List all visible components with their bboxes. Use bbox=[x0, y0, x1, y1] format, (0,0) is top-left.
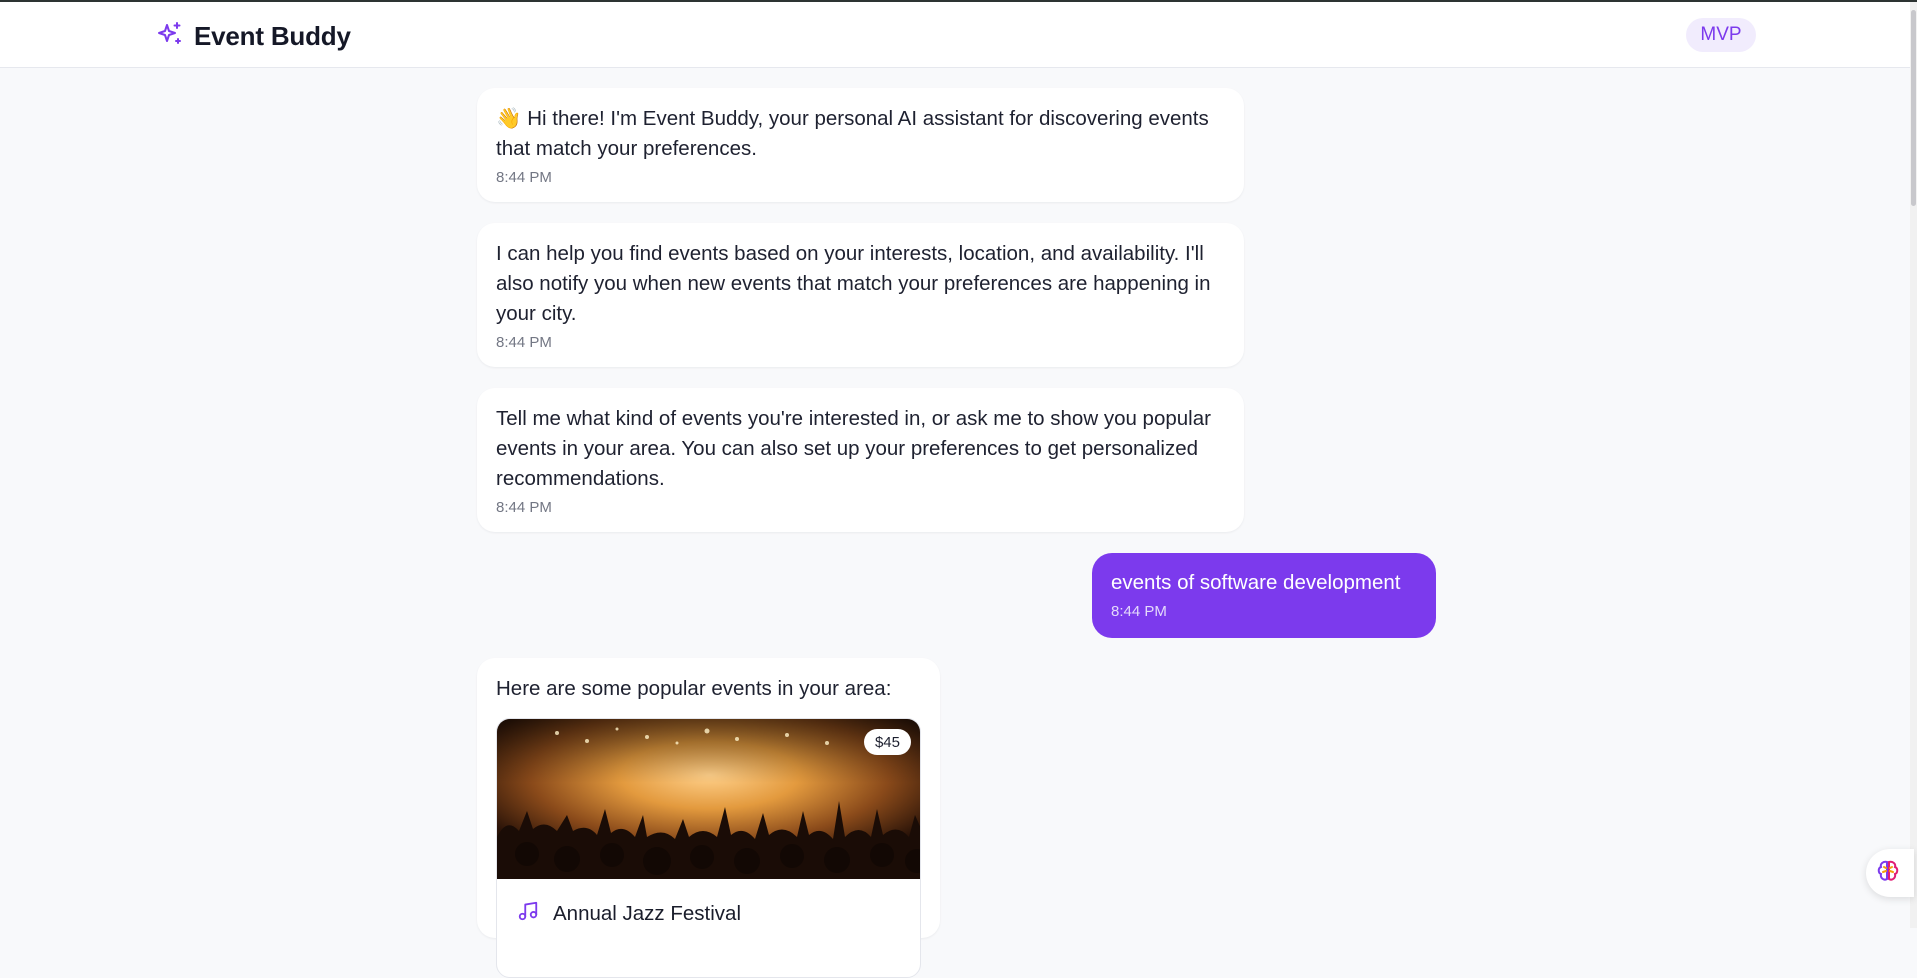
message-text: Tell me what kind of events you're inter… bbox=[496, 407, 1211, 490]
sparkles-icon bbox=[156, 20, 184, 53]
bot-message: 👋 Hi there! I'm Event Buddy, your person… bbox=[477, 88, 1244, 202]
event-image bbox=[497, 719, 920, 879]
bot-message: Tell me what kind of events you're inter… bbox=[477, 388, 1244, 532]
bot-message: I can help you find events based on your… bbox=[477, 223, 1244, 367]
brain-icon bbox=[1875, 858, 1901, 889]
event-title-row: Annual Jazz Festival bbox=[517, 900, 741, 927]
assistant-fab[interactable] bbox=[1866, 849, 1914, 897]
price-badge: $45 bbox=[863, 729, 911, 755]
message-timestamp: 8:44 PM bbox=[496, 169, 552, 186]
event-card[interactable]: $45 Annual Jazz Festival bbox=[496, 718, 921, 978]
message-text: events of software development bbox=[1111, 571, 1401, 594]
app-header: Event Buddy MVP bbox=[0, 2, 1910, 68]
scrollbar[interactable] bbox=[1910, 2, 1917, 928]
scrollbar-thumb[interactable] bbox=[1911, 10, 1916, 206]
message-text: Hi there! I'm Event Buddy, your personal… bbox=[496, 107, 1209, 160]
brand[interactable]: Event Buddy bbox=[156, 20, 351, 53]
event-title: Annual Jazz Festival bbox=[553, 901, 742, 925]
music-note-icon bbox=[517, 900, 539, 927]
bot-message: Here are some popular events in your are… bbox=[477, 658, 940, 978]
message-text: Here are some popular events in your are… bbox=[496, 677, 892, 700]
app-title: Event Buddy bbox=[194, 21, 351, 51]
mvp-badge: MVP bbox=[1686, 18, 1756, 52]
message-timestamp: 8:44 PM bbox=[496, 499, 552, 516]
message-text: I can help you find events based on your… bbox=[496, 242, 1211, 325]
user-message: events of software development 8:44 PM bbox=[1092, 553, 1436, 638]
message-timestamp: 8:44 PM bbox=[1111, 603, 1167, 620]
wave-emoji: 👋 bbox=[496, 107, 522, 130]
message-timestamp: 8:44 PM bbox=[496, 334, 552, 351]
